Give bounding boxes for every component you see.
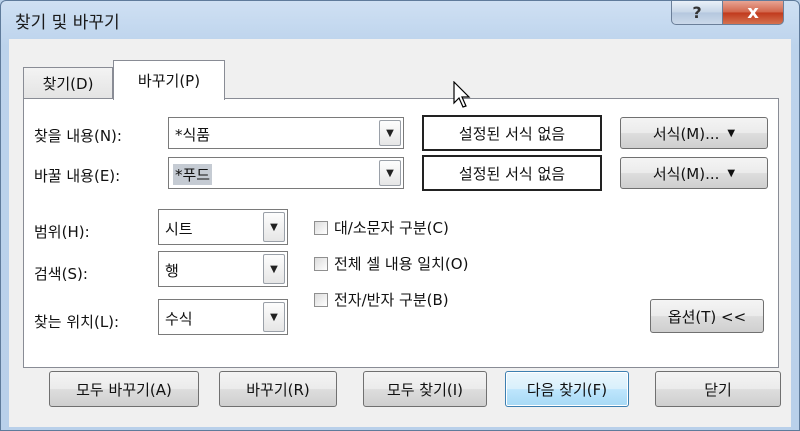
find-all-button[interactable]: 모두 찾기(I) — [363, 371, 487, 407]
within-value: 시트 — [165, 220, 193, 238]
close-icon: x — [747, 2, 759, 23]
tab-find[interactable]: 찾기(D) — [23, 67, 113, 99]
find-what-value: *식품 — [175, 126, 211, 144]
look-in-label: 찾는 위치(L): — [34, 313, 120, 331]
find-format-button-label: 서식(M)... — [652, 124, 720, 143]
close-button[interactable]: 닫기 — [655, 371, 781, 407]
within-label: 범위(H): — [34, 223, 90, 241]
find-format-preview: 설정된 서식 없음 — [422, 115, 602, 151]
chevron-down-icon[interactable]: ▼ — [263, 212, 285, 242]
replace-all-button[interactable]: 모두 바꾸기(A) — [49, 371, 199, 407]
look-in-value: 수식 — [165, 310, 193, 328]
match-byte-checkbox[interactable]: 전자/반자 구분(B) — [314, 289, 449, 310]
search-label: 검색(S): — [34, 265, 88, 283]
replace-with-label: 바꿀 내용(E): — [34, 167, 121, 185]
checkbox-icon[interactable] — [314, 292, 328, 307]
tab-replace[interactable]: 바꾸기(P) — [113, 60, 225, 100]
chevron-down-icon: ▼ — [727, 167, 736, 179]
replace-button[interactable]: 바꾸기(R) — [219, 371, 337, 407]
search-value: 행 — [165, 262, 179, 280]
match-byte-label: 전자/반자 구분(B) — [334, 291, 449, 309]
close-window-button[interactable]: x — [722, 1, 784, 25]
search-combobox[interactable]: 행 ▼ — [158, 251, 288, 287]
chevron-down-icon[interactable]: ▼ — [263, 302, 285, 332]
find-next-button[interactable]: 다음 찾기(F) — [505, 371, 629, 407]
chevron-down-icon[interactable]: ▼ — [379, 120, 401, 146]
match-case-label: 대/소문자 구분(C) — [334, 219, 449, 237]
replace-format-button[interactable]: 서식(M)... ▼ — [620, 157, 768, 189]
checkbox-icon[interactable] — [314, 256, 328, 271]
options-toggle-button[interactable]: 옵션(T) << — [650, 299, 764, 333]
replace-format-button-label: 서식(M)... — [652, 164, 720, 183]
help-button[interactable]: ? — [671, 1, 723, 25]
find-replace-dialog: 찾기 및 바꾸기 ? x 찾기(D) 바꾸기(P) 찾을 내용(N): *식품 … — [0, 0, 800, 431]
replace-with-value: *푸드 — [173, 164, 213, 185]
title-bar[interactable]: 찾기 및 바꾸기 ? x — [1, 1, 799, 39]
dialog-client-area: 찾기(D) 바꾸기(P) 찾을 내용(N): *식품 ▼ 설정된 서식 없음 서… — [9, 39, 791, 427]
match-case-checkbox[interactable]: 대/소문자 구분(C) — [314, 217, 449, 238]
chevron-down-icon: ▼ — [727, 127, 736, 139]
within-combobox[interactable]: 시트 ▼ — [158, 209, 288, 245]
find-format-button[interactable]: 서식(M)... ▼ — [620, 117, 768, 149]
find-what-label: 찾을 내용(N): — [34, 127, 122, 145]
replace-tab-panel: 찾을 내용(N): *식품 ▼ 설정된 서식 없음 서식(M)... ▼ 바꿀 … — [23, 98, 779, 368]
find-what-combobox[interactable]: *식품 ▼ — [168, 117, 404, 149]
chevron-down-icon[interactable]: ▼ — [263, 254, 285, 284]
chevron-down-icon[interactable]: ▼ — [379, 160, 401, 186]
window-title: 찾기 및 바꾸기 — [15, 13, 120, 33]
checkbox-icon[interactable] — [314, 220, 328, 235]
replace-format-preview: 설정된 서식 없음 — [422, 155, 602, 191]
match-entire-cell-checkbox[interactable]: 전체 셀 내용 일치(O) — [314, 253, 468, 274]
mouse-pointer-icon — [453, 81, 471, 108]
help-icon: ? — [692, 3, 702, 22]
look-in-combobox[interactable]: 수식 ▼ — [158, 299, 288, 335]
replace-with-combobox[interactable]: *푸드 ▼ — [168, 157, 404, 189]
match-entire-cell-label: 전체 셀 내용 일치(O) — [334, 255, 469, 273]
